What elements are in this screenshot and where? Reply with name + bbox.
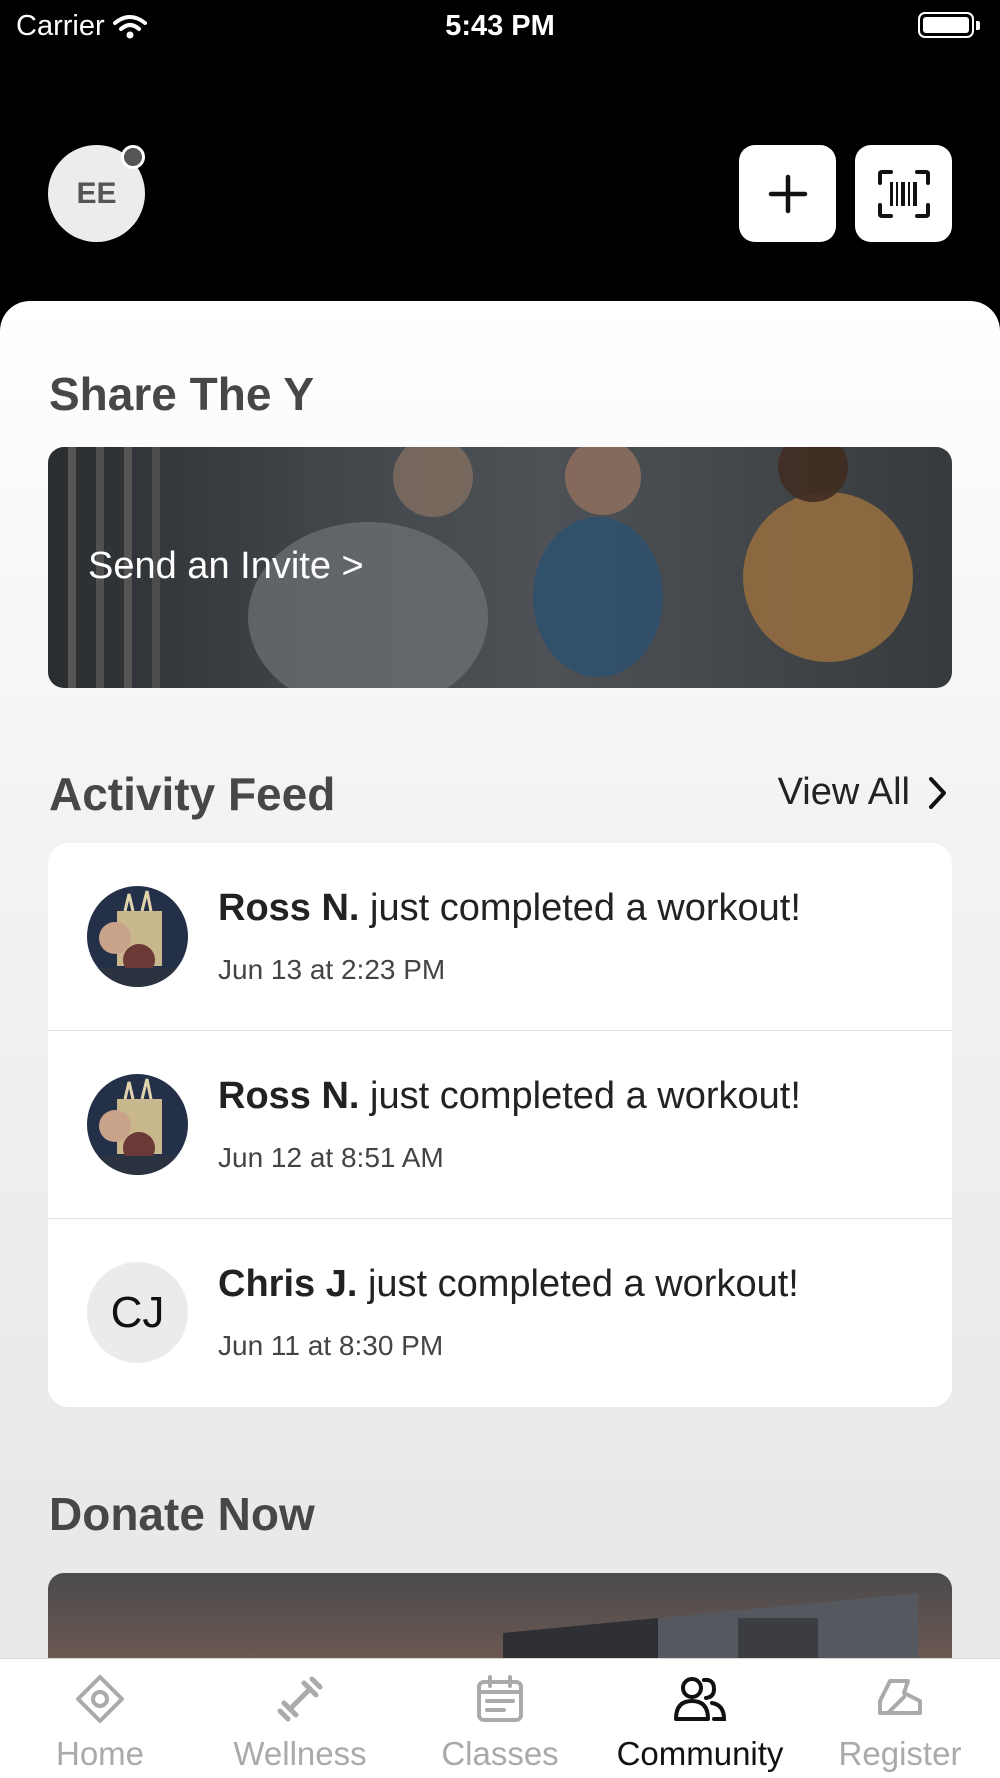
calendar-icon (477, 1675, 523, 1722)
activity-text: just completed a workout! (359, 887, 801, 929)
register-icon (878, 1679, 922, 1715)
barcode-icon (877, 169, 930, 218)
send-invite-label[interactable]: Send an Invite > (88, 545, 364, 588)
notification-dot (121, 145, 145, 169)
tab-label: Community (616, 1735, 784, 1772)
tab-wellness[interactable]: Wellness (200, 1673, 400, 1773)
activity-text: just completed a workout! (359, 1075, 801, 1117)
activity-user-name: Ross N. (218, 887, 360, 929)
activity-item[interactable]: Ross N. just completed a workout! Jun 13… (48, 843, 952, 1031)
home-icon (76, 1675, 124, 1723)
tab-community[interactable]: Community (600, 1673, 800, 1773)
activity-user-name: Chris J. (218, 1263, 358, 1305)
activity-item[interactable]: CJ Chris J. just completed a workout! Ju… (48, 1219, 952, 1407)
user-avatar-photo (87, 1074, 188, 1175)
content-sheet: Share The Y Send an Invite > Activity Fe… (0, 301, 1000, 1778)
tab-classes[interactable]: Classes (400, 1673, 600, 1773)
activity-timestamp: Jun 11 at 8:30 PM (218, 1330, 444, 1361)
dumbbell-icon (277, 1676, 323, 1722)
add-button[interactable] (739, 145, 836, 242)
tab-home[interactable]: Home (0, 1673, 200, 1773)
share-section-title: Share The Y (49, 368, 315, 420)
donate-section-title: Donate Now (49, 1488, 315, 1540)
tab-label: Register (838, 1735, 962, 1772)
chevron-right-icon (929, 776, 946, 809)
status-time: 5:43 PM (445, 10, 555, 42)
tab-register[interactable]: Register (800, 1673, 1000, 1773)
bottom-tab-bar: Home Wellness Classes Community Register (0, 1658, 1000, 1778)
activity-feed-list: Ross N. just completed a workout! Jun 13… (48, 843, 952, 1407)
tab-label: Wellness (233, 1735, 367, 1772)
plus-icon (768, 174, 807, 213)
activity-item[interactable]: Ross N. just completed a workout! Jun 12… (48, 1031, 952, 1219)
activity-text: just completed a workout! (357, 1263, 799, 1305)
barcode-scan-button[interactable] (855, 145, 952, 242)
send-invite-banner[interactable]: Send an Invite > (48, 447, 952, 688)
activity-feed-title: Activity Feed (49, 768, 336, 820)
user-avatar-initials: CJ (87, 1262, 188, 1363)
user-avatar-photo (87, 886, 188, 987)
activity-user-name: Ross N. (218, 1075, 360, 1117)
view-all-label: View All (777, 771, 910, 813)
activity-timestamp: Jun 13 at 2:23 PM (218, 954, 446, 985)
tab-label: Classes (441, 1735, 559, 1772)
view-all-link[interactable]: View All (778, 771, 948, 814)
tab-label: Home (55, 1735, 145, 1772)
people-icon (674, 1677, 727, 1721)
status-bar: Carrier 5:43 PM (0, 0, 1000, 52)
battery-icon (918, 12, 974, 38)
activity-timestamp: Jun 12 at 8:51 AM (218, 1142, 444, 1173)
